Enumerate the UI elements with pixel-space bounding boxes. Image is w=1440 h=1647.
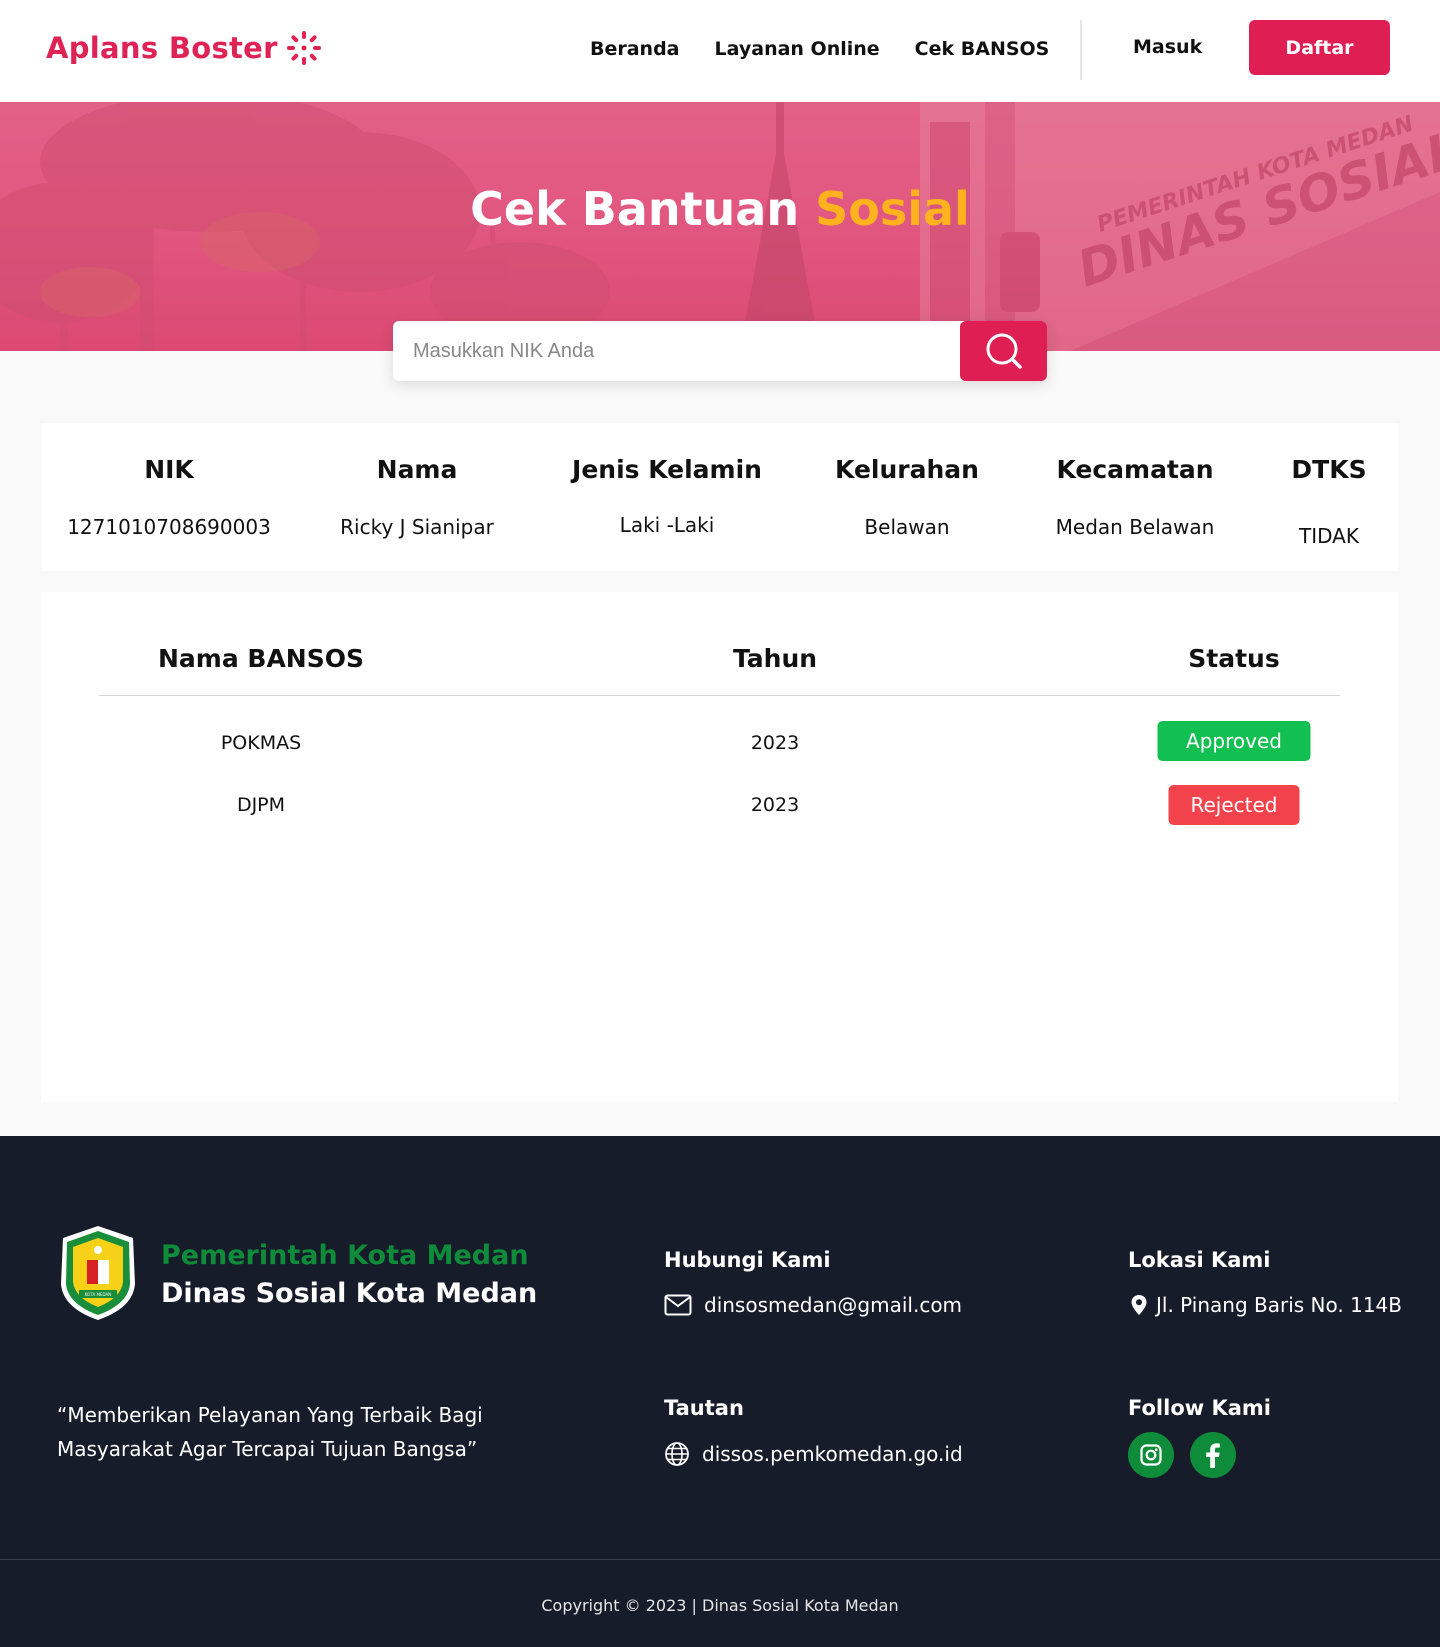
main-nav: Beranda Layanan Online Cek BANSOS <box>590 38 1084 60</box>
header-nik: NIK <box>144 455 194 484</box>
footer-org-name: Pemerintah Kota Medan <box>161 1240 529 1271</box>
site-logo[interactable]: Aplans Boster <box>46 28 324 68</box>
cell-tahun: 2023 <box>750 732 800 754</box>
status-badge-rejected: Rejected <box>1168 785 1300 825</box>
site-footer: KOTA MEDAN Pemerintah Kota Medan Dinas S… <box>0 1136 1440 1647</box>
footer-email-text: dinsosmedan@gmail.com <box>704 1293 963 1317</box>
page-title-main: Cek Bantuan <box>470 182 800 236</box>
footer-divider <box>0 1559 1440 1560</box>
facebook-link[interactable] <box>1190 1432 1236 1478</box>
footer-email-link[interactable]: dinsosmedan@gmail.com <box>664 1293 962 1317</box>
footer-address-text: Jl. Pinang Baris No. 114B <box>1156 1293 1402 1317</box>
column-header-tahun: Tahun <box>732 644 818 673</box>
logo-text: Aplans Boster <box>46 31 278 65</box>
search-button[interactable] <box>960 321 1047 381</box>
header-jenis-kelamin: Jenis Kelamin <box>572 455 762 484</box>
value-kelurahan: Belawan <box>864 515 950 539</box>
header-nama: Nama <box>376 455 458 484</box>
footer-heading-links: Tautan <box>664 1396 744 1420</box>
header-kelurahan: Kelurahan <box>835 455 979 484</box>
page-title: Cek Bantuan Sosial <box>0 182 1440 236</box>
footer-website-link[interactable]: dissos.pemkomedan.go.id <box>664 1441 963 1467</box>
nik-search-bar <box>393 321 1047 381</box>
citizen-info-card: NIK 1271010708690003 Nama Ricky J Sianip… <box>42 423 1398 571</box>
site-header: Aplans Boster Beranda Layanan Online Cek… <box>0 0 1440 102</box>
page-title-accent: Sosial <box>815 182 970 236</box>
search-icon <box>986 333 1022 369</box>
value-nama: Ricky J Sianipar <box>340 515 494 539</box>
flower-logo-icon <box>286 31 321 65</box>
kota-medan-emblem: KOTA MEDAN <box>61 1226 135 1320</box>
cell-nama-bansos: DJPM <box>236 794 286 816</box>
footer-website-text: dissos.pemkomedan.go.id <box>702 1442 963 1466</box>
footer-heading-contact: Hubungi Kami <box>664 1248 831 1272</box>
emblem-caption: KOTA MEDAN <box>85 1292 111 1297</box>
column-header-nama-bansos: Nama BANSOS <box>157 644 365 673</box>
bansos-table: Nama BANSOS Tahun Status POKMAS 2023 App… <box>41 592 1398 1102</box>
value-kecamatan: Medan Belawan <box>1055 515 1215 539</box>
footer-heading-follow: Follow Kami <box>1128 1396 1271 1420</box>
cell-nama-bansos: POKMAS <box>220 732 302 754</box>
cell-tahun: 2023 <box>750 794 800 816</box>
nav-cek-bansos[interactable]: Cek BANSOS <box>915 38 1050 60</box>
globe-icon <box>665 1442 689 1466</box>
location-pin-icon <box>1131 1295 1147 1315</box>
table-header-divider <box>99 695 1340 696</box>
header-dtks: DTKS <box>1291 455 1367 484</box>
footer-address: Jl. Pinang Baris No. 114B <box>1130 1293 1402 1317</box>
footer-heading-location: Lokasi Kami <box>1128 1248 1271 1272</box>
instagram-icon <box>1140 1444 1162 1466</box>
nav-layanan-online[interactable]: Layanan Online <box>715 38 880 60</box>
hero-banner: PEMERINTAH KOTA MEDAN DINAS SOSIAL Cek B… <box>0 102 1440 351</box>
nik-search-input[interactable] <box>393 321 960 381</box>
instagram-link[interactable] <box>1128 1432 1174 1478</box>
column-header-status: Status <box>1188 644 1280 673</box>
login-button[interactable]: Masuk <box>1133 36 1202 58</box>
facebook-icon <box>1206 1443 1220 1468</box>
nav-beranda[interactable]: Beranda <box>590 38 680 60</box>
value-nik: 1271010708690003 <box>67 515 271 539</box>
mail-icon <box>664 1294 692 1316</box>
footer-dept-name: Dinas Sosial Kota Medan <box>161 1278 538 1309</box>
footer-quote: “Memberikan Pelayanan Yang Terbaik Bagi … <box>57 1403 483 1461</box>
header-kecamatan: Kecamatan <box>1056 455 1214 484</box>
footer-copyright: Copyright © 2023 | Dinas Sosial Kota Med… <box>541 1596 899 1615</box>
register-button[interactable]: Daftar <box>1249 20 1390 75</box>
value-jenis-kelamin: Laki -Laki <box>619 513 715 537</box>
status-badge-approved: Approved <box>1157 721 1311 761</box>
value-dtks: TIDAK <box>1299 524 1359 548</box>
nav-divider <box>1080 20 1082 80</box>
